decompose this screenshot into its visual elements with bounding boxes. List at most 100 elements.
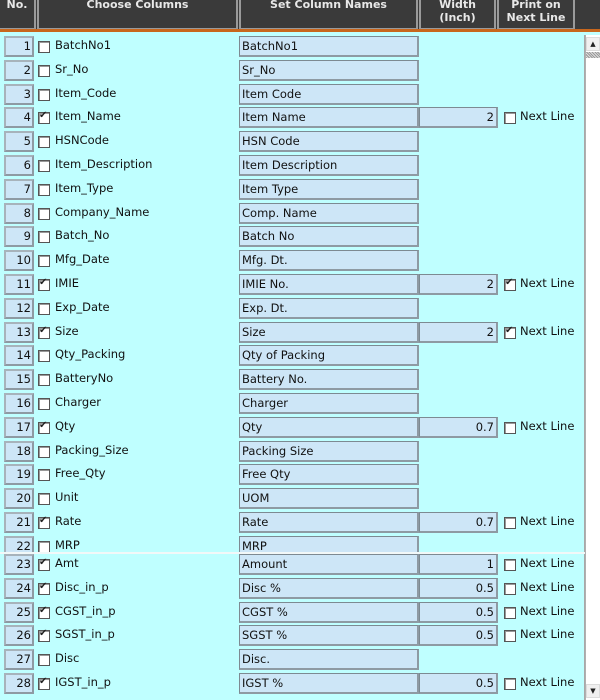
row-number: 4 [4,107,34,128]
column-name-input[interactable] [239,36,419,57]
next-line-checkbox[interactable] [504,630,516,642]
column-name-input[interactable] [239,60,419,81]
table-row: 28 IGST_in_p Next Line [0,672,585,695]
column-width-input[interactable] [419,274,498,295]
column-name-input[interactable] [239,649,419,670]
choose-column-checkbox[interactable] [38,41,50,53]
choose-column-checkbox[interactable] [38,398,50,410]
header-print-next-line: Print on Next Line [497,0,575,29]
choose-column-checkbox[interactable] [38,654,50,666]
table-row: 20 Unit [0,487,585,510]
column-name-input[interactable] [239,203,419,224]
column-name-input[interactable] [239,179,419,200]
next-line-checkbox[interactable] [504,559,516,571]
column-label: Free_Qty [55,466,106,480]
column-name-input[interactable] [239,602,419,623]
column-label: Disc [55,651,80,665]
column-name-input[interactable] [239,274,419,295]
scroll-down-arrow-icon[interactable]: ▼ [586,684,600,698]
column-name-input[interactable] [239,512,419,533]
choose-column-checkbox[interactable] [38,469,50,481]
choose-column-checkbox[interactable] [38,160,50,172]
choose-column-checkbox[interactable] [38,557,50,571]
row-number: 27 [4,649,34,670]
column-name-input[interactable] [239,107,419,128]
choose-column-checkbox[interactable] [38,628,50,642]
choose-column-checkbox[interactable] [38,110,50,124]
vertical-scrollbar[interactable]: ▲ ▼ [585,35,600,700]
column-width-input[interactable] [419,512,498,533]
choose-column-checkbox[interactable] [38,303,50,315]
column-width-input[interactable] [419,417,498,438]
column-label: IGST_in_p [55,675,111,689]
choose-column-checkbox[interactable] [38,89,50,101]
column-name-input[interactable] [239,250,419,271]
column-label: Mfg_Date [55,252,110,266]
next-line-checkbox[interactable] [504,277,516,291]
choose-column-checkbox[interactable] [38,350,50,362]
column-width-input[interactable] [419,554,498,575]
row-number: 8 [4,203,34,224]
column-name-input[interactable] [239,369,419,390]
next-line-checkbox[interactable] [504,678,516,690]
next-line-checkbox[interactable] [504,583,516,595]
next-line-label: Next Line [520,604,575,618]
scrollbar-thumb[interactable] [586,52,600,58]
choose-column-checkbox[interactable] [38,446,50,458]
choose-column-checkbox[interactable] [38,676,50,690]
table-row: 7 Item_Type [0,178,585,201]
choose-column-checkbox[interactable] [38,515,50,529]
scroll-up-arrow-icon[interactable]: ▲ [586,37,600,51]
column-width-input[interactable] [419,625,498,646]
column-width-input[interactable] [419,602,498,623]
choose-column-checkbox[interactable] [38,581,50,595]
column-name-input[interactable] [239,155,419,176]
header-no: No. [0,0,36,29]
next-line-label: Next Line [520,580,575,594]
column-name-input[interactable] [239,131,419,152]
choose-column-checkbox[interactable] [38,231,50,243]
table-row: 10 Mfg_Date [0,249,585,272]
column-name-input[interactable] [239,488,419,509]
column-name-input[interactable] [239,84,419,105]
next-line-checkbox[interactable] [504,517,516,529]
row-number: 2 [4,60,34,81]
column-label: Charger [55,395,101,409]
column-name-input[interactable] [239,322,419,343]
column-label: HSNCode [55,133,109,147]
column-name-input[interactable] [239,554,419,575]
column-width-input[interactable] [419,673,498,694]
choose-column-checkbox[interactable] [38,208,50,220]
column-width-input[interactable] [419,107,498,128]
column-name-input[interactable] [239,417,419,438]
column-width-input[interactable] [419,578,498,599]
choose-column-checkbox[interactable] [38,605,50,619]
choose-column-checkbox[interactable] [38,420,50,434]
column-name-input[interactable] [239,673,419,694]
next-line-checkbox[interactable] [504,112,516,124]
table-row: 16 Charger [0,392,585,415]
choose-column-checkbox[interactable] [38,184,50,196]
column-name-input[interactable] [239,298,419,319]
choose-column-checkbox[interactable] [38,374,50,386]
column-name-input[interactable] [239,578,419,599]
column-width-input[interactable] [419,322,498,343]
screenshot-seam [0,552,585,554]
next-line-checkbox[interactable] [504,325,516,339]
column-name-input[interactable] [239,226,419,247]
choose-column-checkbox[interactable] [38,325,50,339]
next-line-checkbox[interactable] [504,607,516,619]
choose-column-checkbox[interactable] [38,277,50,291]
next-line-checkbox[interactable] [504,422,516,434]
column-name-input[interactable] [239,441,419,462]
next-line-label: Next Line [520,556,575,570]
column-name-input[interactable] [239,625,419,646]
column-name-input[interactable] [239,464,419,485]
choose-column-checkbox[interactable] [38,136,50,148]
choose-column-checkbox[interactable] [38,493,50,505]
choose-column-checkbox[interactable] [38,255,50,267]
column-label: Batch_No [55,228,110,242]
column-name-input[interactable] [239,345,419,366]
choose-column-checkbox[interactable] [38,65,50,77]
column-name-input[interactable] [239,393,419,414]
